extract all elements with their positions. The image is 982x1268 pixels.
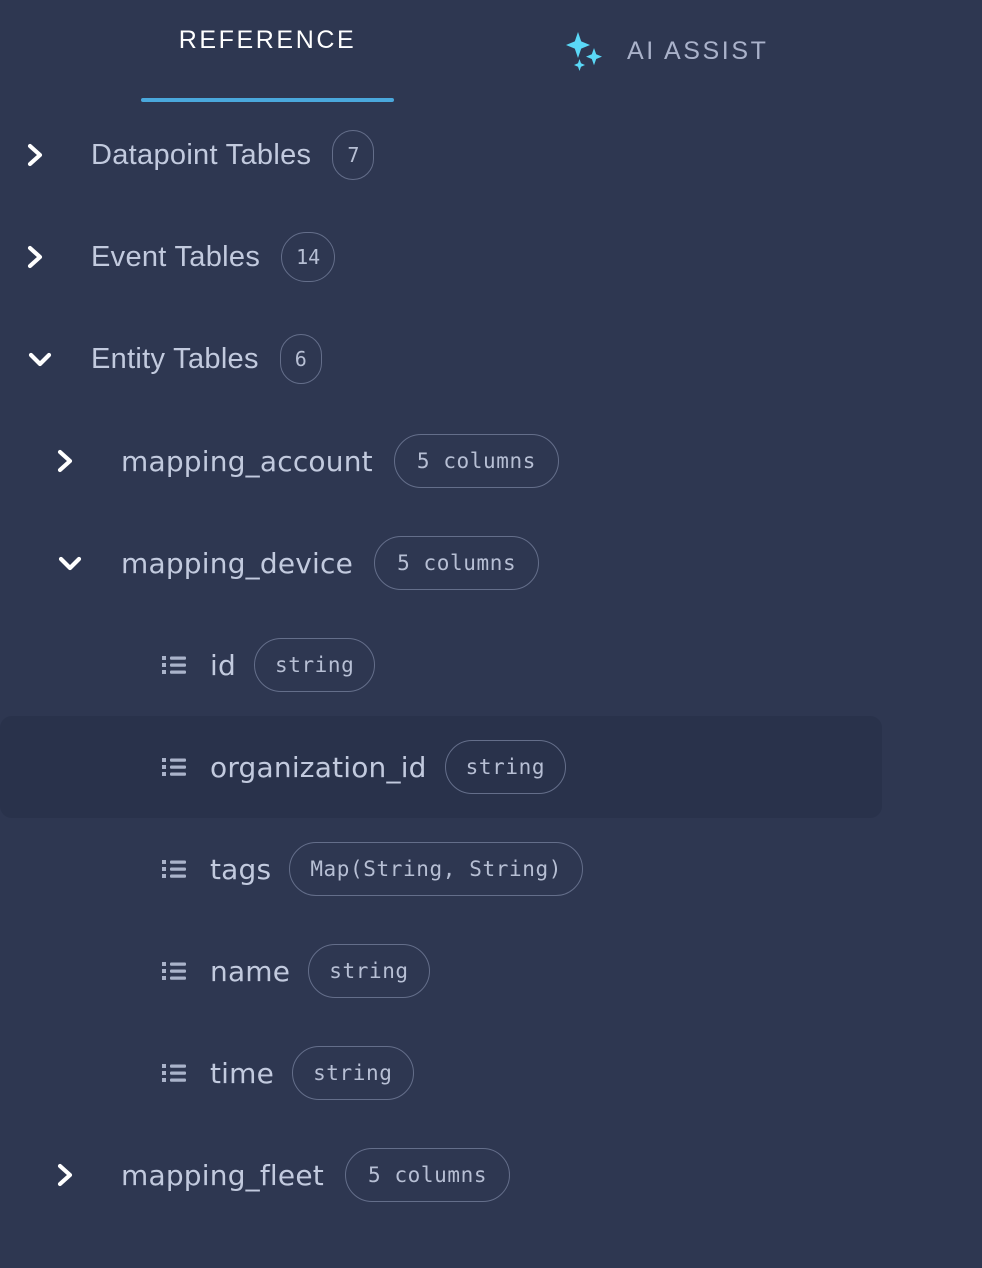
sparkles-icon bbox=[563, 28, 609, 74]
tree-group-count-badge: 7 bbox=[332, 130, 375, 180]
list-icon bbox=[160, 1059, 188, 1087]
tree-column-type-badge: string bbox=[444, 740, 567, 794]
list-icon bbox=[160, 651, 188, 679]
list-icon bbox=[160, 753, 188, 781]
tree-table-columns-badge: 5 columns bbox=[393, 434, 560, 488]
chevron-down-icon[interactable] bbox=[26, 349, 64, 369]
tree-group-label: Entity Tables bbox=[91, 342, 259, 375]
tree-column-name: tags bbox=[210, 852, 272, 886]
tree-table-columns-badge: 5 columns bbox=[344, 1148, 511, 1202]
tree-group-count-badge: 14 bbox=[281, 232, 336, 282]
tree-group-event-tables[interactable]: Event Tables 14 bbox=[0, 206, 982, 308]
chevron-down-icon[interactable] bbox=[56, 553, 94, 573]
chevron-right-icon[interactable] bbox=[26, 243, 64, 271]
tree-group-datapoint-tables[interactable]: Datapoint Tables 7 bbox=[0, 104, 982, 206]
tree-column-name: name bbox=[210, 954, 291, 988]
tree-table-mapping-account[interactable]: mapping_account 5 columns bbox=[0, 410, 982, 512]
tree-group-label: Datapoint Tables bbox=[91, 138, 312, 171]
tree-table-name: mapping_fleet bbox=[121, 1158, 324, 1192]
chevron-right-icon[interactable] bbox=[26, 141, 64, 169]
tree-column-type-badge: string bbox=[308, 944, 430, 998]
tree-column-name-field[interactable]: name string bbox=[0, 920, 882, 1022]
tree-table-name: mapping_account bbox=[121, 444, 373, 478]
tab-bar: REFERENCE AI ASSIST bbox=[0, 0, 982, 104]
tree-group-entity-tables[interactable]: Entity Tables 6 bbox=[0, 308, 982, 410]
tree-table-columns-badge: 5 columns bbox=[374, 536, 540, 590]
list-icon bbox=[160, 957, 188, 985]
tree-table-mapping-device[interactable]: mapping_device 5 columns bbox=[0, 512, 982, 614]
tree-column-time[interactable]: time string bbox=[0, 1022, 882, 1124]
tab-ai-assist-label: AI ASSIST bbox=[627, 36, 769, 65]
tree-column-type-badge: Map(String, String) bbox=[289, 842, 583, 896]
chevron-right-icon[interactable] bbox=[56, 1161, 94, 1189]
tree-column-organization-id[interactable]: organization_id string bbox=[0, 716, 882, 818]
tree-column-type-badge: string bbox=[292, 1046, 414, 1100]
chevron-right-icon[interactable] bbox=[56, 447, 94, 475]
tab-ai-assist[interactable]: AI ASSIST bbox=[563, 28, 769, 74]
list-icon bbox=[160, 855, 188, 883]
tree-group-label: Event Tables bbox=[91, 240, 261, 273]
tree-table-mapping-fleet[interactable]: mapping_fleet 5 columns bbox=[0, 1124, 982, 1226]
tree-group-count-badge: 6 bbox=[279, 334, 322, 384]
tab-reference-label: REFERENCE bbox=[178, 26, 357, 54]
tree-column-name: id bbox=[210, 648, 236, 682]
tree-column-name: time bbox=[210, 1056, 275, 1090]
tree-column-type-badge: string bbox=[253, 638, 376, 692]
tree-column-tags[interactable]: tags Map(String, String) bbox=[0, 818, 882, 920]
tree-column-name: organization_id bbox=[210, 750, 427, 784]
reference-tree: Datapoint Tables 7 Event Tables 14 Entit… bbox=[0, 104, 982, 1226]
tree-table-name: mapping_device bbox=[121, 546, 354, 580]
active-tab-indicator bbox=[141, 98, 394, 102]
tab-reference[interactable]: REFERENCE bbox=[141, 28, 394, 53]
tree-column-id[interactable]: id string bbox=[0, 614, 882, 716]
